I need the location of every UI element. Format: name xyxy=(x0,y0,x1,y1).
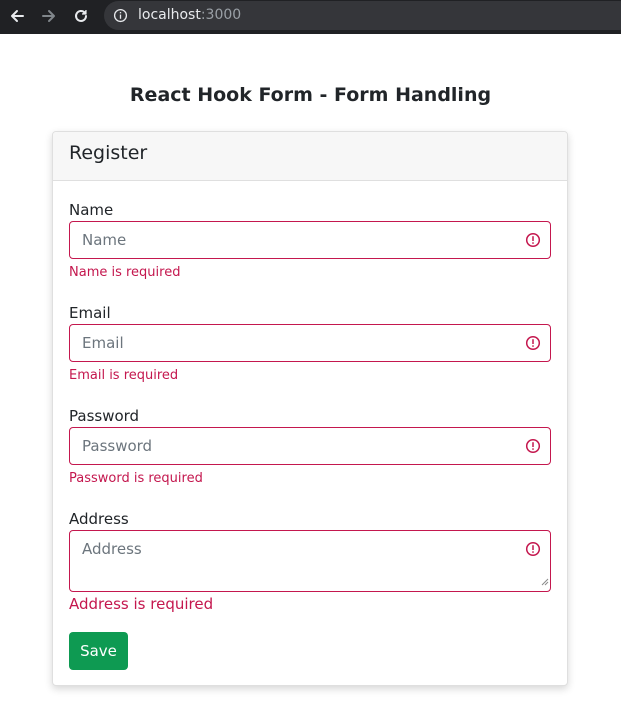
address-textarea[interactable]: Address xyxy=(69,530,551,592)
browser-toolbar: localhost:3000 xyxy=(0,0,621,34)
error-icon xyxy=(525,335,541,355)
url-text: localhost:3000 xyxy=(138,7,241,24)
error-icon xyxy=(525,541,541,561)
resize-handle-icon[interactable] xyxy=(540,571,549,590)
password-input[interactable]: Password xyxy=(69,427,551,465)
address-error: Address is required xyxy=(69,595,214,613)
info-icon[interactable] xyxy=(113,8,128,27)
url-port: :3000 xyxy=(200,7,242,23)
address-placeholder: Address xyxy=(82,540,142,558)
forward-arrow-icon[interactable] xyxy=(36,0,62,31)
name-placeholder: Name xyxy=(82,231,127,249)
register-card: Register Name Name Name is required Emai… xyxy=(52,131,568,686)
name-error: Name is required xyxy=(69,265,181,280)
password-error: Password is required xyxy=(69,471,203,486)
back-arrow-icon[interactable] xyxy=(4,0,30,31)
email-placeholder: Email xyxy=(82,334,124,352)
email-input[interactable]: Email xyxy=(69,324,551,362)
address-bar[interactable]: localhost:3000 xyxy=(104,1,621,30)
name-label: Name xyxy=(69,201,114,219)
password-label: Password xyxy=(69,407,140,425)
reload-icon[interactable] xyxy=(68,0,94,31)
name-input[interactable]: Name xyxy=(69,221,551,259)
card-title: Register xyxy=(69,142,148,164)
email-error: Email is required xyxy=(69,368,179,383)
error-icon xyxy=(525,232,541,252)
password-placeholder: Password xyxy=(82,437,153,455)
email-label: Email xyxy=(69,304,111,322)
page-title: React Hook Form - Form Handling xyxy=(129,84,492,106)
url-host: localhost xyxy=(138,7,201,23)
save-button[interactable]: Save xyxy=(69,632,128,670)
card-header: Register xyxy=(53,132,567,181)
address-label: Address xyxy=(69,510,129,528)
error-icon xyxy=(525,438,541,458)
